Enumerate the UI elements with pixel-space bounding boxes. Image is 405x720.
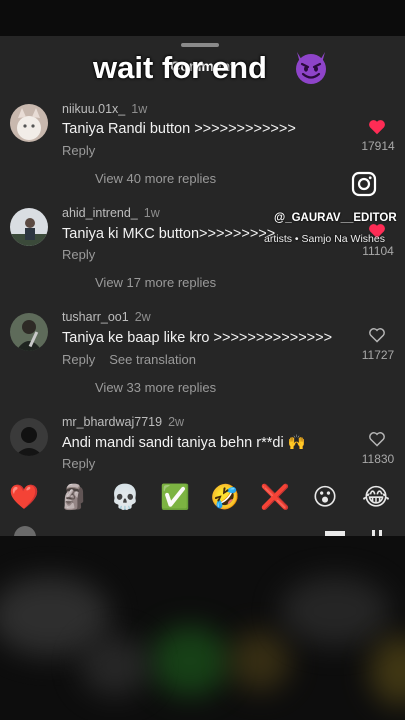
comment-input-edge (0, 524, 405, 548)
username-link[interactable]: ahid_intrend_ (62, 206, 138, 220)
emoji-skull[interactable]: 💀 (110, 482, 140, 512)
reply-button[interactable]: Reply (62, 352, 95, 367)
emoji-cross[interactable]: ❌ (260, 482, 290, 512)
comment-username[interactable]: mr_bhardwaj7719 2w (62, 415, 184, 429)
username-link[interactable]: tusharr_oo1 (62, 310, 129, 324)
like-count: 11104 (362, 244, 394, 258)
emoji-open-mouth[interactable]: 😮 (310, 482, 340, 512)
video-overlay-title: wait for end (93, 50, 267, 85)
see-translation-link[interactable]: See translation (109, 352, 196, 367)
reply-button[interactable]: Reply (62, 456, 95, 471)
view-more-replies[interactable]: View 40 more replies (95, 171, 216, 186)
comment-username[interactable]: niikuu.01x_ 1w (62, 102, 147, 116)
reply-row: Reply See translation (62, 352, 196, 367)
sheet-drag-handle[interactable] (181, 43, 219, 47)
username-link[interactable]: mr_bhardwaj7719 (62, 415, 162, 429)
heart-outline-icon[interactable] (368, 431, 386, 447)
comment-time: 1w (131, 102, 148, 116)
view-more-replies[interactable]: View 33 more replies (95, 380, 216, 395)
blurred-video-background (0, 536, 405, 720)
comment-time: 2w (134, 310, 151, 324)
view-more-replies[interactable]: View 17 more replies (95, 275, 216, 290)
emoji-joy[interactable]: 😂 (361, 482, 391, 512)
avatar[interactable] (10, 208, 48, 246)
heart-filled-icon[interactable] (368, 119, 386, 135)
avatar[interactable] (10, 104, 48, 142)
emoji-heart[interactable]: ❤️ (9, 482, 39, 512)
comment-text: Andi mandi sandi taniya behn r**di 🙌 (62, 435, 306, 451)
reply-label[interactable]: Reply (62, 143, 95, 158)
comment-text: Taniya ke baap like kro >>>>>>>>>>>>>> (62, 330, 333, 346)
emoji-moai[interactable]: 🗿 (59, 482, 89, 512)
emoji-rofl[interactable]: 🤣 (210, 482, 240, 512)
watermark-handle: @_GAURAV__EDITOR (274, 212, 397, 224)
comment-text: Taniya Randi button >>>>>>>>>>>> (62, 121, 296, 137)
reply-button[interactable]: Reply (62, 247, 95, 262)
like-count: 11830 (361, 452, 395, 466)
like-count: 17914 (361, 139, 395, 153)
devil-emoji-icon (296, 52, 326, 84)
comment-username[interactable]: tusharr_oo1 2w (62, 310, 151, 324)
avatar[interactable] (10, 418, 48, 456)
instagram-icon (351, 171, 377, 197)
comment-text: Taniya ki MKC button>>>>>>>>> (62, 226, 276, 242)
avatar[interactable] (10, 313, 48, 351)
like-count: 11727 (361, 348, 395, 362)
comment-time: 2w (168, 415, 185, 429)
reply-label[interactable]: Reply (62, 247, 95, 262)
heart-outline-icon[interactable] (368, 327, 386, 343)
emoji-check[interactable]: ✅ (160, 482, 190, 512)
comment-username[interactable]: ahid_intrend_ 1w (62, 206, 160, 220)
comment-time: 1w (143, 206, 160, 220)
watermark-credit: artists • Samjo Na Wishes (264, 233, 385, 245)
reply-button[interactable]: Reply (62, 143, 95, 158)
username-link[interactable]: niikuu.01x_ (62, 102, 125, 116)
reply-label[interactable]: Reply (62, 456, 95, 471)
